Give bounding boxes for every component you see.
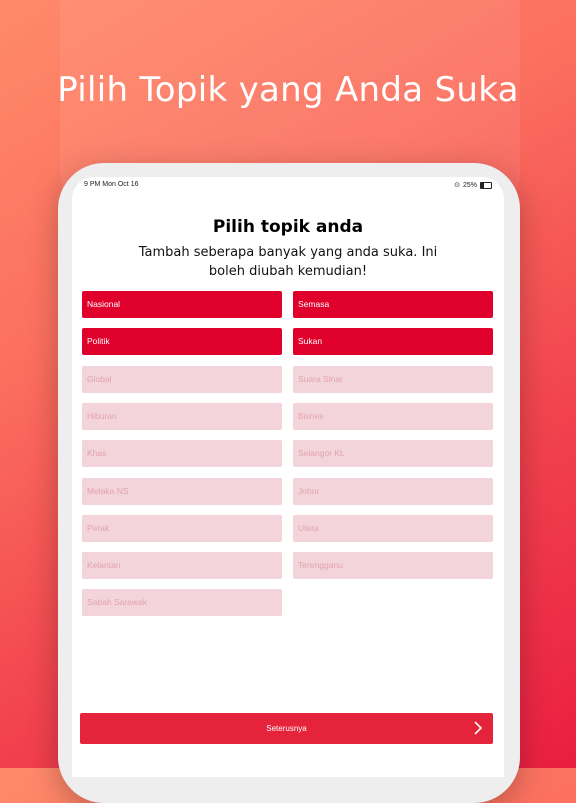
topic-sukan-button[interactable]: Sukan: [293, 328, 493, 356]
topic-global-button[interactable]: Global: [82, 365, 282, 393]
topic-perak-button[interactable]: Perak: [82, 514, 282, 542]
next-button-label: Seterusnya: [266, 724, 307, 733]
app-screen: 9 PM Mon Oct 16 ⊙ 25% Pilih topik anda T…: [72, 177, 504, 777]
chevron-right-icon: [474, 721, 483, 735]
topic-semasa-button[interactable]: Semasa: [293, 291, 493, 318]
topic-utara-button[interactable]: Utara: [293, 514, 493, 542]
status-bar: 9 PM Mon Oct 16 ⊙ 25%: [72, 177, 504, 193]
topic-selangor-kl-button[interactable]: Selangor KL: [293, 440, 493, 468]
topic-suara-sinar-button[interactable]: Suara Sinar: [293, 365, 493, 393]
page-subtitle: Tambah seberapa banyak yang anda suka. I…: [138, 245, 438, 279]
battery-icon: [480, 181, 492, 189]
status-date: Mon Oct 16: [102, 181, 139, 188]
next-button[interactable]: Seterusnya: [80, 713, 493, 744]
topic-terengganu-button[interactable]: Terengganu: [293, 552, 493, 580]
promo-headline: Pilih Topik yang Anda Suka: [57, 70, 519, 110]
link-icon: ⊙: [454, 182, 460, 189]
status-time: 9 PM: [84, 181, 101, 188]
topic-hiburan-button[interactable]: Hiburan: [82, 402, 282, 430]
topic-johor-button[interactable]: Johor: [293, 477, 493, 505]
topic-nasional-button[interactable]: Nasional: [82, 291, 282, 318]
topic-kelantan-button[interactable]: Kelantan: [82, 552, 282, 580]
topic-melaka-ns-button[interactable]: Melaka NS: [82, 477, 282, 505]
topic-politik-button[interactable]: Politik: [82, 328, 282, 356]
page-title: Pilih topik anda: [212, 217, 364, 237]
topic-sabah-sarawak-button[interactable]: Sabah Sarawak: [82, 589, 282, 617]
battery-percent: 25%: [462, 181, 477, 189]
topic-khas-button[interactable]: Khas: [82, 440, 282, 468]
topic-bisnes-button[interactable]: Bisnes: [293, 402, 493, 430]
